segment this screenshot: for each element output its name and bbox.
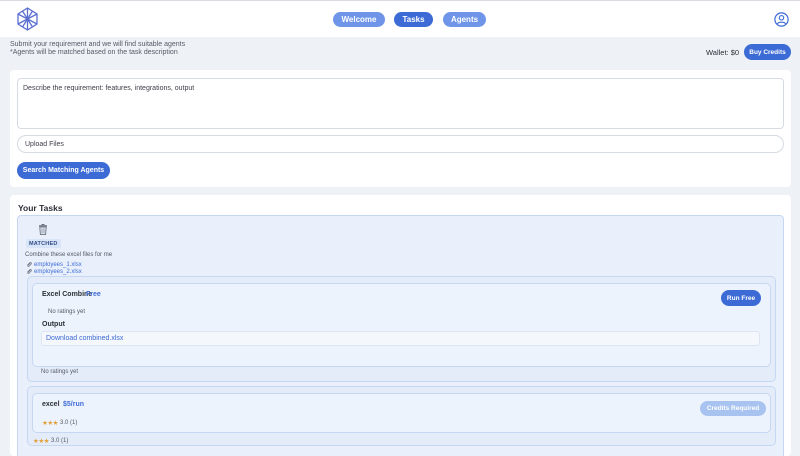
task-card: MATCHED Combine these excel files for me…: [17, 215, 784, 456]
agent-details: excel $5/run Credits Required ★★★ 3.0 (1…: [32, 393, 771, 433]
upload-files-input[interactable]: Upload Files: [17, 135, 784, 153]
agent-rating: No ratings yet: [48, 309, 86, 315]
agent-price: $5/run: [63, 401, 85, 408]
attached-file[interactable]: employees_1.xlsx: [26, 261, 82, 268]
agent-rating: ★★★ 3.0 (1): [42, 419, 77, 427]
status-badge: MATCHED: [26, 239, 61, 248]
tab-agents[interactable]: Agents: [443, 12, 486, 27]
agent-price: Free: [86, 291, 101, 298]
requirement-textarea[interactable]: Describe the requirement: features, inte…: [17, 78, 784, 129]
matched-agent-card: excel $5/run Credits Required ★★★ 3.0 (1…: [27, 386, 776, 446]
tab-tasks[interactable]: Tasks: [394, 12, 433, 27]
top-bar: Welcome Tasks Agents: [0, 0, 800, 37]
download-output-link[interactable]: Download combined.xlsx: [41, 331, 760, 346]
main-nav: Welcome Tasks Agents: [0, 12, 800, 27]
intro-text: Submit your requirement and we will find…: [10, 41, 185, 57]
buy-credits-button[interactable]: Buy Credits: [744, 44, 791, 60]
attached-file[interactable]: employees_2.xlsx: [26, 268, 82, 275]
agent-rating-summary: ★★★ 3.0 (1): [33, 437, 68, 445]
paperclip-icon: [26, 262, 32, 267]
tab-welcome[interactable]: Welcome: [333, 12, 385, 27]
agent-rating-summary: No ratings yet: [41, 369, 79, 375]
trash-icon[interactable]: [38, 224, 48, 235]
intro-line-1: Submit your requirement and we will find…: [10, 41, 186, 48]
file-name[interactable]: employees_1.xlsx: [34, 262, 82, 268]
matched-agent-card: Excel Combine Free Run Free No ratings y…: [27, 276, 776, 382]
requirement-form: Describe the requirement: features, inte…: [10, 70, 791, 187]
credits-required-button: Credits Required: [700, 401, 766, 416]
user-profile-icon[interactable]: [774, 12, 789, 27]
run-free-button[interactable]: Run Free: [721, 290, 761, 306]
output-label: Output: [42, 321, 65, 328]
agent-name: Excel Combine: [42, 291, 93, 298]
wallet-balance: Wallet: $0: [706, 48, 740, 57]
paperclip-icon: [26, 269, 32, 274]
task-description: Combine these excel files for me: [25, 252, 113, 258]
search-matching-agents-button[interactable]: Search Matching Agents: [17, 162, 110, 179]
rating-value: 3.0 (1): [59, 420, 78, 426]
intro-line-2: *Agents will be matched based on the tas…: [10, 49, 178, 56]
tasks-section: Your Tasks MATCHED Combine these excel f…: [10, 195, 791, 456]
agent-details: Excel Combine Free Run Free No ratings y…: [32, 283, 771, 367]
agent-name: excel: [42, 401, 60, 408]
star-rating-icon: ★★★: [42, 420, 58, 427]
rating-value: 3.0 (1): [50, 438, 69, 444]
tasks-title: Your Tasks: [18, 203, 63, 213]
file-name[interactable]: employees_2.xlsx: [34, 269, 82, 275]
star-rating-icon: ★★★: [33, 438, 49, 445]
